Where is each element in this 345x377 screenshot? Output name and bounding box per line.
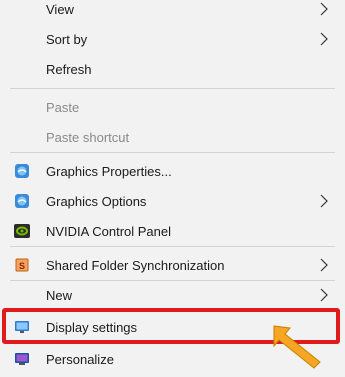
menu-item-paste-shortcut: Paste shortcut — [0, 122, 345, 152]
menu-separator — [10, 88, 335, 89]
nvidia-icon — [14, 223, 30, 239]
chevron-right-icon — [317, 288, 331, 302]
menu-item-graphics-options[interactable]: Graphics Options — [0, 186, 345, 216]
menu-separator — [10, 152, 335, 153]
menu-item-label: Personalize — [46, 351, 114, 367]
menu-item-nvidia-control-panel[interactable]: NVIDIA Control Panel — [0, 216, 345, 246]
menu-item-label: Paste — [46, 99, 80, 115]
svg-text:S: S — [19, 261, 25, 271]
chevron-right-icon — [317, 258, 331, 272]
menu-item-label: New — [46, 287, 73, 303]
chevron-right-icon — [317, 194, 331, 208]
personalize-icon — [14, 351, 30, 367]
menu-item-new[interactable]: New — [0, 280, 345, 310]
menu-separator — [10, 246, 335, 247]
menu-item-label: Sort by — [46, 31, 88, 47]
menu-item-label: Refresh — [46, 61, 92, 77]
menu-item-refresh[interactable]: Refresh — [0, 54, 345, 84]
intel-graphics-icon — [14, 163, 30, 179]
menu-item-paste: Paste — [0, 92, 345, 122]
menu-item-label: Graphics Properties... — [46, 163, 172, 179]
menu-item-sort-by[interactable]: Sort by — [0, 24, 345, 54]
chevron-right-icon — [317, 32, 331, 46]
menu-item-label: Shared Folder Synchronization — [46, 257, 225, 273]
menu-item-label: Paste shortcut — [46, 129, 130, 145]
menu-item-label: Graphics Options — [46, 193, 147, 209]
menu-item-label: NVIDIA Control Panel — [46, 223, 172, 239]
desktop-context-menu: View Sort by Refresh Paste Paste shortcu… — [0, 0, 345, 377]
menu-item-graphics-properties[interactable]: Graphics Properties... — [0, 156, 345, 186]
menu-item-label: View — [46, 1, 74, 17]
menu-item-shared-folder-sync[interactable]: S Shared Folder Synchronization — [0, 250, 345, 280]
shared-folder-sync-icon: S — [14, 257, 30, 273]
intel-graphics-icon — [14, 193, 30, 209]
menu-item-view[interactable]: View — [0, 0, 345, 24]
pointer-arrow-icon — [273, 325, 321, 369]
chevron-right-icon — [317, 2, 331, 16]
